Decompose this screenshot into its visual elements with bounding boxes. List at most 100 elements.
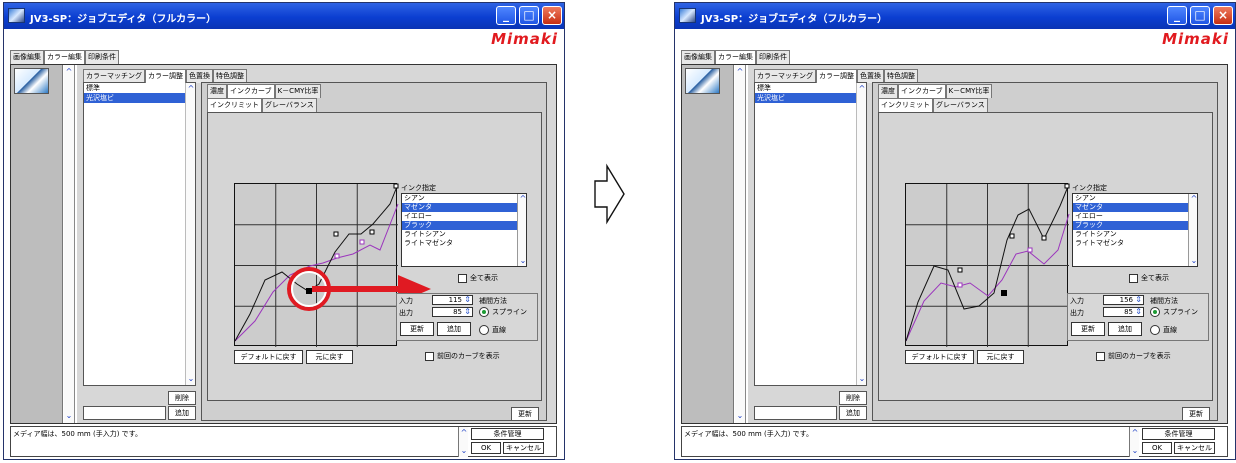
- straight-radio[interactable]: [479, 325, 489, 335]
- ink-list-item[interactable]: シアン: [1073, 194, 1197, 203]
- ink-list-item[interactable]: シアン: [402, 194, 526, 203]
- maximize-icon[interactable]: □: [519, 6, 539, 25]
- magenta-control-point[interactable]: [334, 253, 340, 259]
- control-point[interactable]: [369, 229, 375, 235]
- spline-option[interactable]: スプライン: [1150, 307, 1198, 317]
- list-item-selected[interactable]: 光沢塩ビ: [84, 93, 195, 103]
- magenta-control-point[interactable]: [957, 282, 963, 288]
- scroll-down-icon[interactable]: ⌄: [1189, 256, 1199, 266]
- tab-color-edit[interactable]: カラー編集: [715, 50, 756, 64]
- list-item[interactable]: 標準: [755, 83, 866, 93]
- scroll-down-icon[interactable]: ⌄: [518, 256, 528, 266]
- tab-density[interactable]: 濃度: [207, 84, 227, 98]
- tab-color-matching[interactable]: カラーマッチング: [754, 69, 816, 83]
- tab-print-condition[interactable]: 印刷条件: [756, 50, 790, 64]
- control-point[interactable]: [333, 231, 339, 237]
- tab-ink-limit[interactable]: インクリミット: [878, 98, 933, 112]
- ok-button[interactable]: OK: [471, 442, 501, 454]
- cancel-button[interactable]: キャンセル: [1174, 442, 1215, 454]
- scroll-up-icon[interactable]: ^: [518, 194, 528, 204]
- condition-management-button[interactable]: 条件管理: [1142, 428, 1215, 440]
- magenta-control-point[interactable]: [359, 239, 365, 245]
- point-update-button[interactable]: 更新: [400, 322, 434, 336]
- add-button[interactable]: 追加: [168, 406, 196, 420]
- selected-control-point[interactable]: [1001, 290, 1007, 296]
- tab-image-edit[interactable]: 画像編集: [681, 50, 715, 64]
- show-all-checkbox[interactable]: [458, 273, 467, 283]
- minimize-icon[interactable]: _: [496, 6, 516, 25]
- ink-curve-graph[interactable]: [905, 183, 1070, 347]
- point-add-button[interactable]: 追加: [437, 322, 471, 336]
- show-all-row[interactable]: 全て表示: [1129, 273, 1169, 283]
- input-value-field[interactable]: 115: [432, 295, 473, 305]
- tab-gray-balance[interactable]: グレーバランス: [933, 98, 988, 112]
- point-add-button[interactable]: 追加: [1108, 322, 1142, 336]
- control-point[interactable]: [957, 267, 963, 273]
- curve-svg[interactable]: [905, 183, 1070, 347]
- list-item-selected[interactable]: 光沢塩ビ: [755, 93, 866, 103]
- curve-svg[interactable]: [234, 183, 431, 347]
- media-list[interactable]: 標準 光沢塩ビ ^ ⌄: [83, 82, 196, 386]
- control-point[interactable]: [393, 183, 399, 189]
- straight-option[interactable]: 直線: [1150, 325, 1177, 335]
- point-update-button[interactable]: 更新: [1071, 322, 1105, 336]
- control-point[interactable]: [1064, 183, 1070, 189]
- control-point[interactable]: [1009, 233, 1015, 239]
- thumbnail-scrollbar[interactable]: ^ ⌄: [735, 65, 746, 423]
- tab-color-edit[interactable]: カラー編集: [44, 50, 85, 64]
- ink-list-item-selected[interactable]: ブラック: [402, 221, 526, 230]
- tab-color-matching[interactable]: カラーマッチング: [83, 69, 145, 83]
- tab-image-edit[interactable]: 画像編集: [10, 50, 44, 64]
- tab-color-adjust[interactable]: カラー調整: [145, 69, 186, 83]
- scroll-down-icon[interactable]: ⌄: [1130, 446, 1140, 456]
- tab-color-adjust[interactable]: カラー調整: [816, 69, 857, 83]
- list-item[interactable]: 標準: [84, 83, 195, 93]
- delete-button[interactable]: 削除: [839, 391, 867, 405]
- control-point[interactable]: [1041, 235, 1047, 241]
- tab-print-condition[interactable]: 印刷条件: [85, 50, 119, 64]
- tab-spot-adjust[interactable]: 特色調整: [884, 69, 918, 83]
- ink-curve-graph[interactable]: [234, 183, 431, 347]
- apply-update-button[interactable]: 更新: [1182, 407, 1210, 421]
- cancel-button[interactable]: キャンセル: [503, 442, 544, 454]
- ok-button[interactable]: OK: [1142, 442, 1172, 454]
- revert-button[interactable]: 元に戻す: [306, 350, 353, 364]
- delete-button[interactable]: 削除: [168, 391, 196, 405]
- ink-list-item-selected[interactable]: マゼンタ: [402, 203, 526, 212]
- thumbnail-scrollbar[interactable]: ^ ⌄: [64, 65, 75, 423]
- scroll-up-icon[interactable]: ^: [459, 428, 469, 438]
- straight-radio[interactable]: [1150, 325, 1160, 335]
- ink-list[interactable]: シアン マゼンタ イエロー ブラック ライトシアン ライトマゼンタ ^ ⌄: [1072, 193, 1198, 267]
- default-button[interactable]: デフォルトに戻す: [905, 350, 974, 364]
- thumbnail-image[interactable]: [14, 68, 49, 94]
- scroll-up-icon[interactable]: ^: [857, 84, 867, 94]
- apply-update-button[interactable]: 更新: [511, 407, 539, 421]
- straight-option[interactable]: 直線: [479, 325, 506, 335]
- close-icon[interactable]: ×: [1213, 6, 1233, 25]
- tab-gray-balance[interactable]: グレーバランス: [262, 98, 317, 112]
- show-all-row[interactable]: 全て表示: [458, 273, 498, 283]
- scroll-up-icon[interactable]: ^: [735, 67, 745, 77]
- name-input[interactable]: [754, 406, 837, 420]
- output-value-field[interactable]: 85: [432, 307, 473, 317]
- default-button[interactable]: デフォルトに戻す: [234, 350, 303, 364]
- tab-color-replace[interactable]: 色置換: [186, 69, 213, 83]
- ink-list-item[interactable]: イエロー: [402, 212, 526, 221]
- tab-ink-limit[interactable]: インクリミット: [207, 98, 262, 112]
- scroll-down-icon[interactable]: ⌄: [64, 411, 74, 421]
- previous-curve-row[interactable]: 前回のカーブを表示: [425, 351, 500, 361]
- scroll-up-icon[interactable]: ^: [64, 67, 74, 77]
- previous-curve-row[interactable]: 前回のカーブを表示: [1096, 351, 1171, 361]
- status-scrollbar[interactable]: ^ ⌄: [458, 427, 468, 457]
- status-scrollbar[interactable]: ^ ⌄: [1129, 427, 1139, 457]
- scroll-up-icon[interactable]: ^: [1189, 194, 1199, 204]
- media-list[interactable]: 標準 光沢塩ビ ^ ⌄: [754, 82, 867, 386]
- spline-option[interactable]: スプライン: [479, 307, 527, 317]
- tab-k-cmy-ratio[interactable]: K－CMY比率: [945, 84, 993, 98]
- ink-list-item[interactable]: ライトシアン: [1073, 230, 1197, 239]
- add-button[interactable]: 追加: [839, 406, 867, 420]
- magenta-control-point[interactable]: [1027, 247, 1033, 253]
- scroll-down-icon[interactable]: ⌄: [857, 374, 867, 384]
- ink-list[interactable]: シアン マゼンタ イエロー ブラック ライトシアン ライトマゼンタ ^ ⌄: [401, 193, 527, 267]
- revert-button[interactable]: 元に戻す: [977, 350, 1024, 364]
